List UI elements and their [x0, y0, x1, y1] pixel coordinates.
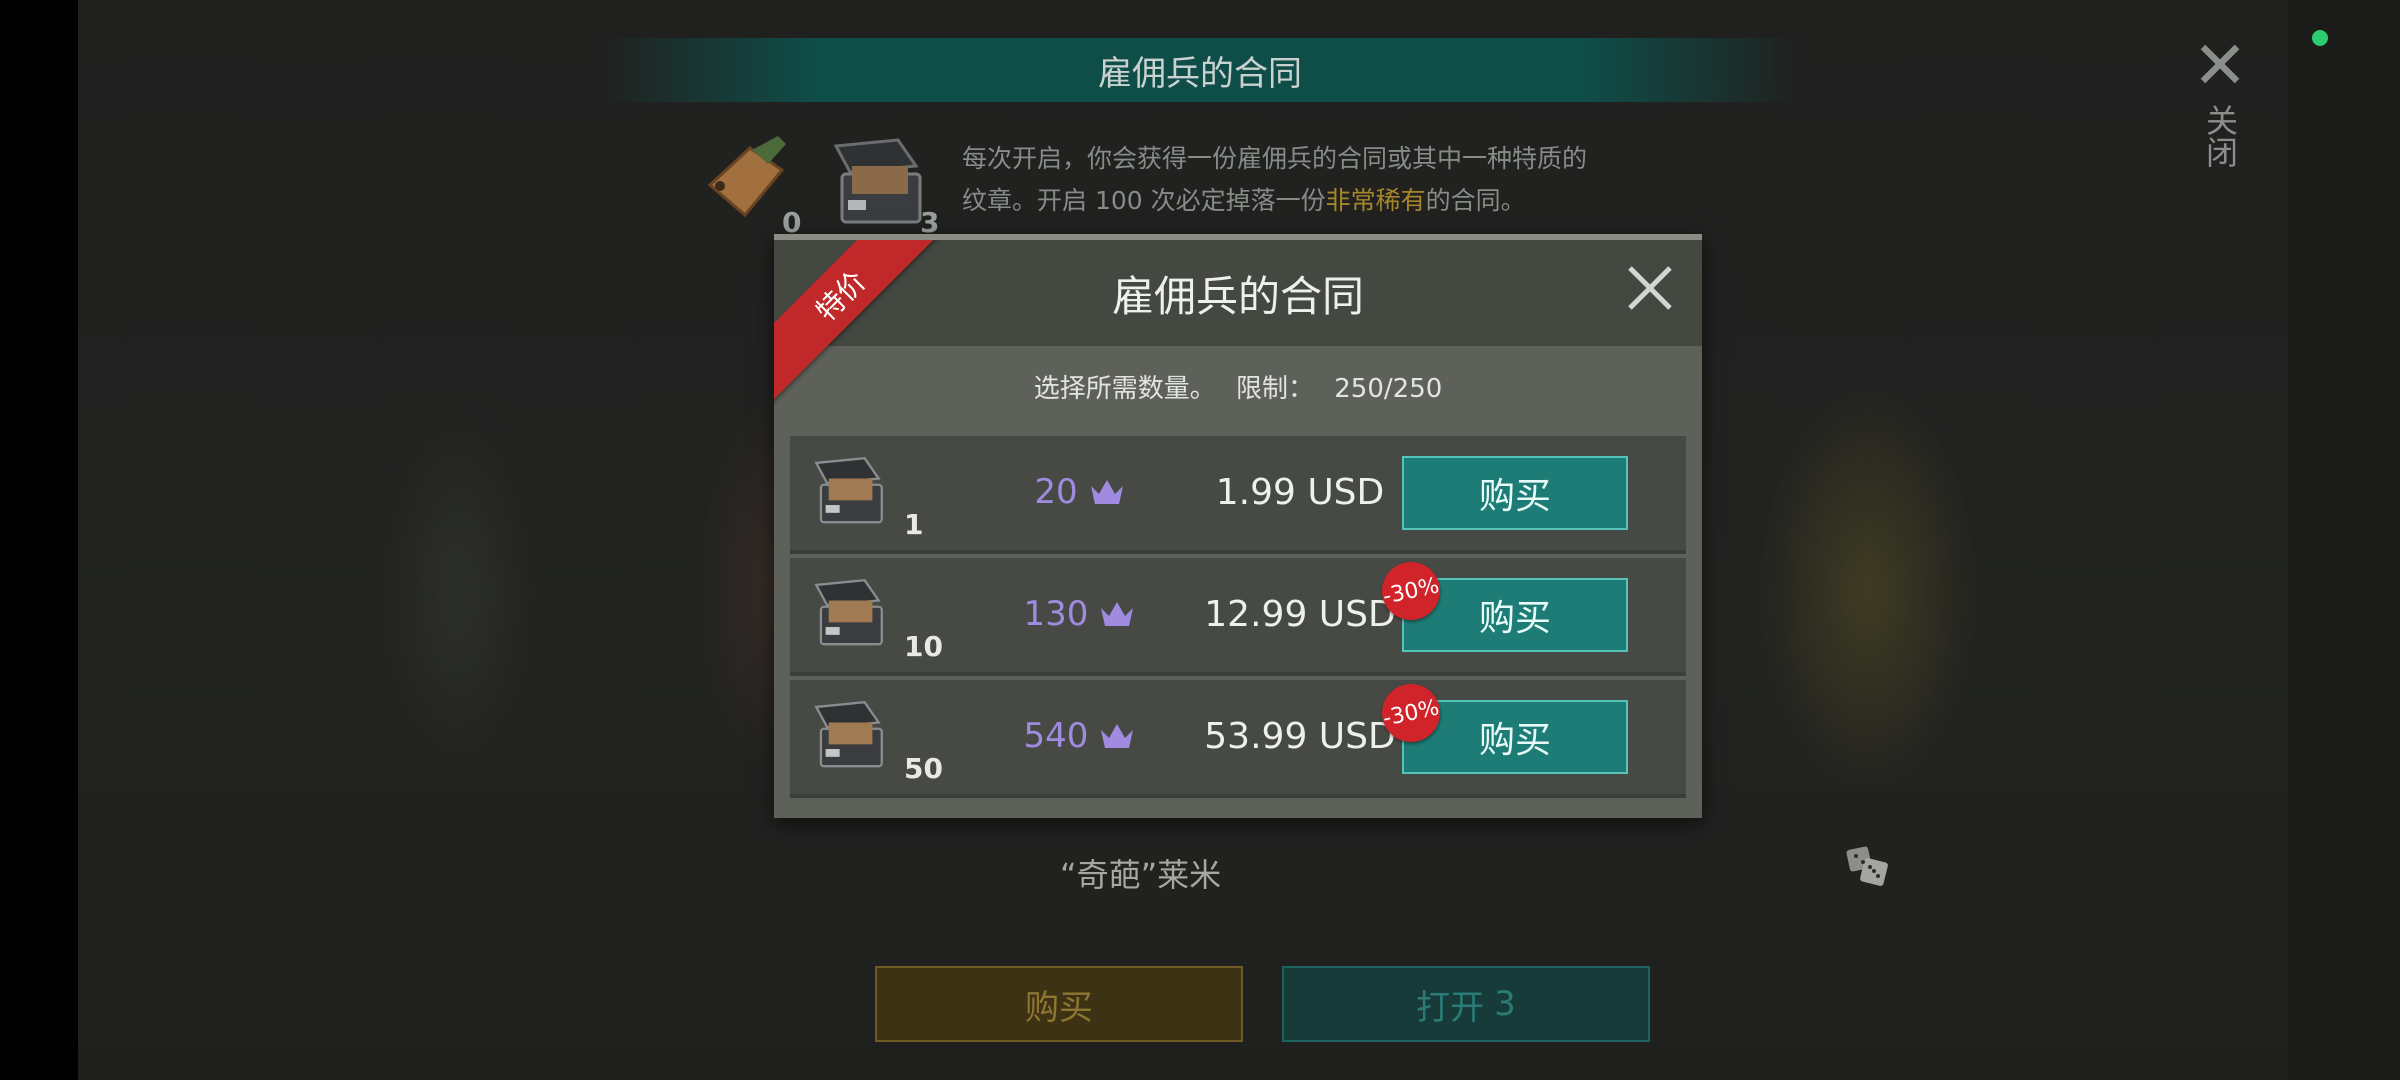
offer-price: 12.99 USD — [1204, 594, 1396, 635]
chest-icon — [810, 452, 888, 530]
close-icon: ✕ — [2192, 27, 2248, 104]
crown-icon — [1101, 602, 1134, 626]
open-button-main[interactable]: 打开 3 — [1282, 966, 1650, 1042]
offer-quantity: 10 — [904, 630, 943, 663]
description-line-2-prefix: 纹章。开启 100 次必定掉落一份 — [962, 186, 1326, 215]
offer-row: 10 130 12.99 USD 购买 -30% — [790, 556, 1686, 676]
limit-value: 250/250 — [1334, 374, 1443, 404]
page-title: 雇佣兵的合同 — [1098, 53, 1302, 94]
close-icon — [1628, 266, 1672, 310]
chest-icon — [828, 136, 928, 228]
rarity-highlight: 非常稀有 — [1325, 186, 1426, 215]
description-line-2: 纹章。开启 100 次必定掉落一份非常稀有的合同。 — [962, 180, 1682, 222]
quantity-limit: 选择所需数量。 限制： 250/250 — [774, 368, 1702, 405]
chest-icon — [810, 696, 888, 774]
offer-row: 1 20 1.99 USD 购买 — [790, 436, 1686, 554]
gold-amount: 20 — [990, 472, 1170, 512]
close-label: 关闭 — [2201, 104, 2239, 168]
dialog-title: 雇佣兵的合同 — [1111, 271, 1364, 321]
offer-price: 1.99 USD — [1215, 472, 1385, 513]
right-bezel — [2288, 0, 2400, 1080]
description-line-1: 每次开启，你会获得一份雇佣兵的合同或其中一种特质的 — [962, 144, 1588, 173]
buy-button[interactable]: 购买 — [1402, 456, 1628, 530]
crown-icon — [1101, 724, 1134, 748]
limit-label: 限制： — [1235, 374, 1314, 404]
description-line-2-suffix: 的合同。 — [1425, 186, 1526, 215]
dice-icon[interactable] — [1844, 842, 1892, 890]
chest-icon — [810, 574, 888, 652]
gold-amount: 540 — [990, 716, 1170, 756]
gold-amount: 130 — [990, 594, 1170, 634]
crown-icon — [1090, 480, 1123, 504]
gold-value: 20 — [1034, 472, 1078, 512]
open-count: 3 — [1494, 984, 1516, 1024]
character-name: “奇葩”莱米 — [1060, 856, 1222, 894]
offer-row: 50 540 53.99 USD 购买 -30% — [790, 678, 1686, 798]
dialog-close-button[interactable] — [1620, 258, 1680, 318]
description-text: 每次开启，你会获得一份雇佣兵的合同或其中一种特质的 纹章。开启 100 次必定掉… — [962, 138, 1682, 222]
page-title-bar: 雇佣兵的合同 — [600, 38, 1800, 102]
limit-prompt: 选择所需数量。 — [1033, 374, 1216, 404]
purchase-dialog: 雇佣兵的合同 特价 选择所需数量。 限制： 250/250 1 20 1.99 … — [774, 234, 1702, 818]
offer-quantity: 1 — [904, 508, 924, 541]
close-button-top[interactable]: ✕ 关闭 — [2190, 27, 2250, 176]
status-dot — [2312, 30, 2328, 46]
offer-price: 53.99 USD — [1204, 716, 1396, 757]
open-label: 打开 — [1416, 987, 1485, 1028]
offer-quantity: 50 — [904, 752, 943, 785]
buy-button-main[interactable]: 购买 — [875, 966, 1243, 1042]
gold-value: 130 — [1023, 594, 1089, 634]
gold-value: 540 — [1023, 716, 1089, 756]
